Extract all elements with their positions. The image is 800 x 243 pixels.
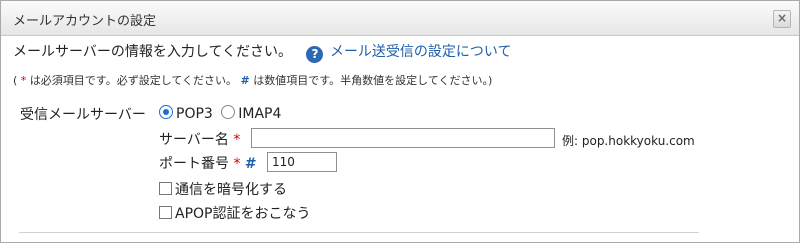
radio-pop3-button[interactable] [159, 105, 173, 119]
note-required-mark: * [20, 74, 27, 87]
apop-checkbox[interactable] [159, 206, 172, 219]
radio-imap4-button[interactable] [221, 105, 236, 119]
section-divider [19, 232, 699, 233]
port-label: ポート番号 [159, 156, 229, 172]
radio-pop3[interactable]: POP3 [159, 105, 217, 122]
radio-imap4-label: IMAP4 [238, 106, 282, 122]
apop-label: APOP認証をおこなう [175, 206, 311, 222]
required-note: ( * は必須項目です。必ず設定してください。 # は数値項目です。半角数値を設… [13, 72, 492, 88]
port-input[interactable] [267, 152, 337, 172]
port-numeric-mark: # [244, 156, 257, 172]
radio-imap4[interactable]: IMAP4 [221, 105, 282, 122]
encrypt-checkbox[interactable] [159, 182, 172, 195]
server-name-input[interactable] [251, 128, 555, 148]
note-open: ( [13, 74, 18, 87]
mail-account-dialog: メールアカウントの設定 × メールサーバーの情報を入力してください。 ? メール… [0, 0, 800, 243]
dialog-titlebar: メールアカウントの設定 × [1, 1, 799, 36]
protocol-radio-group: POP3 IMAP4 [159, 105, 281, 122]
server-name-row-label: サーバー名 * [159, 129, 240, 149]
dialog-title: メールアカウントの設定 [13, 14, 157, 29]
server-name-example: 例: pop.hokkyoku.com [562, 134, 695, 148]
port-required-mark: * [233, 156, 241, 172]
radio-pop3-label: POP3 [176, 106, 213, 122]
incoming-server-label: 受信メールサーバー [20, 107, 146, 123]
port-row-label: ポート番号 * # [159, 153, 257, 173]
intro-text: メールサーバーの情報を入力してください。 [13, 44, 293, 60]
apop-checkbox-row[interactable]: APOP認証をおこなう [159, 203, 310, 223]
intro-line: メールサーバーの情報を入力してください。 ? メール送受信の設定について [13, 41, 512, 63]
note-numeric-text: は数値項目です。半角数値を設定してください。) [253, 74, 493, 87]
server-name-required-mark: * [233, 132, 241, 148]
note-required-text: は必須項目です。必ず設定してください。 [29, 74, 238, 87]
help-link[interactable]: メール送受信の設定について [330, 44, 512, 60]
server-name-label: サーバー名 [159, 132, 229, 148]
help-icon[interactable]: ? [306, 46, 324, 63]
close-button[interactable]: × [773, 10, 791, 28]
note-numeric-mark: # [240, 74, 250, 87]
encrypt-checkbox-row[interactable]: 通信を暗号化する [159, 179, 287, 199]
encrypt-label: 通信を暗号化する [175, 182, 287, 198]
